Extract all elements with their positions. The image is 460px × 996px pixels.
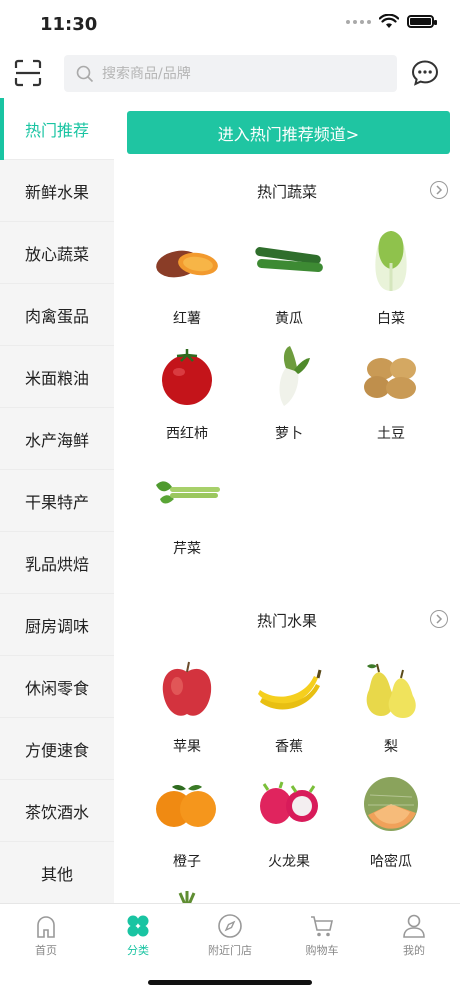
cucumber-icon: [255, 247, 323, 272]
chevron-right-icon: [436, 614, 443, 624]
battery-icon: [407, 15, 437, 28]
category-content: 进入热门推荐频道> 热门蔬菜 红薯 黄瓜 白菜 西红柿 萝卜 土豆 芹菜 热门水…: [114, 98, 460, 903]
product-name: 白菜: [377, 311, 405, 327]
product-item[interactable]: 土豆: [340, 343, 442, 458]
product-name: 香蕉: [275, 739, 303, 755]
hami-melon-icon: [364, 777, 418, 831]
tab-label: 购物车: [305, 944, 339, 957]
product-item-partial[interactable]: [136, 886, 238, 903]
radish-icon: [279, 346, 310, 406]
tab-label: 我的: [403, 944, 425, 957]
cart-icon: [311, 916, 333, 937]
message-icon[interactable]: [411, 59, 439, 87]
sidebar-item-hot[interactable]: 热门推荐: [0, 98, 114, 160]
product-name: 红薯: [173, 311, 201, 327]
vegetable-grid: 红薯 黄瓜 白菜 西红柿 萝卜 土豆 芹菜: [136, 228, 442, 573]
tomato-icon: [162, 349, 212, 405]
fruit-grid: 苹果 香蕉 梨 橙子 火龙果 哈密瓜: [136, 656, 442, 903]
product-item[interactable]: 西红柿: [136, 343, 238, 458]
product-item[interactable]: 梨: [340, 656, 442, 771]
orange-icon: [156, 785, 216, 827]
product-item[interactable]: 黄瓜: [238, 228, 340, 343]
sidebar-item-snacks[interactable]: 休闲零食: [0, 656, 114, 718]
product-name: 梨: [384, 739, 398, 755]
tab-label: 分类: [127, 944, 149, 957]
apple-icon: [162, 661, 212, 716]
banana-icon: [258, 669, 322, 710]
celery-icon: [156, 481, 220, 504]
chevron-right-icon: [436, 185, 443, 195]
home-indicator: [148, 980, 312, 985]
category-sidebar: 热门推荐 新鲜水果 放心蔬菜 肉禽蛋品 米面粮油 水产海鲜 干果特产 乳品烘焙 …: [0, 98, 114, 904]
pear-icon: [366, 663, 416, 718]
search-bar[interactable]: [64, 55, 397, 92]
product-name: 哈密瓜: [370, 854, 412, 870]
product-item[interactable]: 萝卜: [238, 343, 340, 458]
product-name: 土豆: [377, 426, 405, 442]
tab-label: 首页: [35, 944, 57, 957]
home-icon: [37, 916, 55, 938]
search-input[interactable]: [102, 65, 362, 82]
compass-icon: [218, 914, 242, 938]
product-name: 火龙果: [268, 854, 310, 870]
pineapple-icon: [178, 891, 196, 903]
napa-cabbage-icon: [375, 231, 407, 291]
product-item[interactable]: 香蕉: [238, 656, 340, 771]
tab-category[interactable]: 分类: [92, 904, 184, 963]
tab-cart[interactable]: 购物车: [276, 904, 368, 963]
hot-channel-button[interactable]: 进入热门推荐频道>: [127, 111, 450, 154]
product-item[interactable]: 哈密瓜: [340, 771, 442, 886]
sidebar-item-dairy-bakery[interactable]: 乳品烘焙: [0, 532, 114, 594]
product-item[interactable]: 芹菜: [136, 458, 238, 573]
product-name: 芹菜: [173, 541, 201, 557]
scan-icon[interactable]: [14, 59, 42, 87]
product-name: 苹果: [173, 739, 201, 755]
bottom-tab-bar: 首页 分类 附近门店 购物车 我的: [0, 903, 460, 963]
section-title-vegetables: 热门蔬菜: [256, 183, 317, 201]
product-item[interactable]: 橙子: [136, 771, 238, 886]
sweet-potato-icon: [156, 250, 218, 278]
status-bar: 11:30: [0, 0, 460, 50]
section-more-vegetables[interactable]: [430, 181, 448, 199]
profile-icon: [403, 914, 425, 938]
sidebar-item-drinks[interactable]: 茶饮酒水: [0, 780, 114, 842]
sidebar-item-meat-egg[interactable]: 肉禽蛋品: [0, 284, 114, 346]
top-bar: [0, 50, 460, 98]
category-icon: [127, 915, 149, 937]
section-title-fruits: 热门水果: [256, 612, 317, 630]
product-item[interactable]: 火龙果: [238, 771, 340, 886]
sidebar-item-grain-oil[interactable]: 米面粮油: [0, 346, 114, 408]
potato-icon: [364, 358, 416, 399]
product-name: 橙子: [173, 854, 201, 870]
product-name: 萝卜: [275, 426, 303, 442]
product-name: 黄瓜: [275, 311, 303, 327]
product-item[interactable]: 苹果: [136, 656, 238, 771]
product-item[interactable]: 白菜: [340, 228, 442, 343]
sidebar-item-fruit[interactable]: 新鲜水果: [0, 160, 114, 222]
tab-profile[interactable]: 我的: [368, 904, 460, 963]
product-item[interactable]: 红薯: [136, 228, 238, 343]
sidebar-item-other[interactable]: 其他: [0, 842, 114, 904]
sidebar-item-seafood[interactable]: 水产海鲜: [0, 408, 114, 470]
section-more-fruits[interactable]: [430, 610, 448, 628]
product-name: 西红柿: [166, 426, 208, 442]
dragon-fruit-icon: [260, 781, 318, 824]
sidebar-item-vegetable[interactable]: 放心蔬菜: [0, 222, 114, 284]
tab-label: 附近门店: [208, 944, 252, 957]
tab-nearby-stores[interactable]: 附近门店: [184, 904, 276, 963]
tab-home[interactable]: 首页: [0, 904, 92, 963]
sidebar-item-dried-fruit[interactable]: 干果特产: [0, 470, 114, 532]
signal-icon: [346, 19, 371, 24]
status-time: 11:30: [40, 14, 98, 35]
sidebar-item-seasoning[interactable]: 厨房调味: [0, 594, 114, 656]
wifi-icon: [379, 14, 399, 28]
sidebar-item-instant-food[interactable]: 方便速食: [0, 718, 114, 780]
search-icon: [76, 65, 94, 82]
